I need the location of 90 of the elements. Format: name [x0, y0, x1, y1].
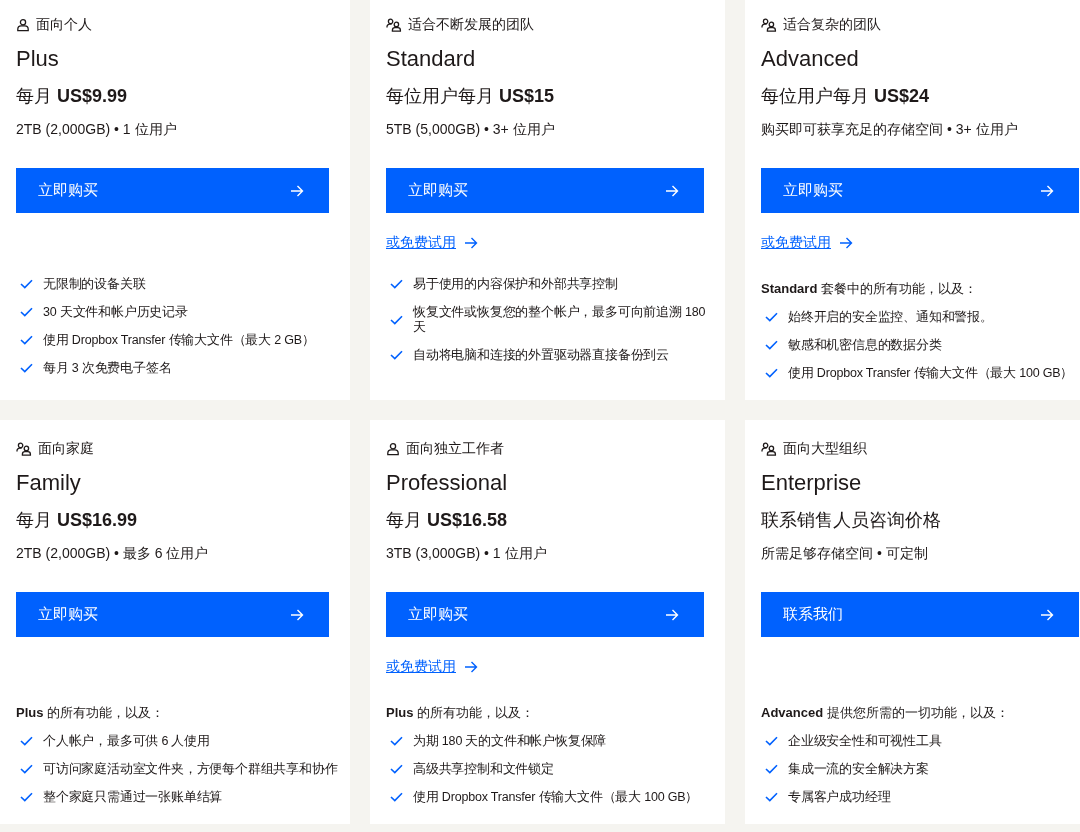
plan-storage: 3TB (3,000GB) • 1 位用户 — [386, 544, 547, 563]
arrow-icon — [290, 183, 304, 198]
people-icon — [761, 442, 777, 456]
plan-price: 联系销售人员咨询价格 — [761, 509, 941, 532]
free-trial-link[interactable]: 或免费试用 — [761, 233, 853, 253]
feature-text: 易于使用的内容保护和外部共享控制 — [413, 276, 618, 292]
audience-label: 面向大型组织 — [783, 440, 867, 458]
arrow-icon — [464, 660, 478, 674]
people-icon — [386, 18, 402, 32]
features-intro: Plus 的所有功能，以及： — [16, 704, 166, 722]
buy-button[interactable]: 立即购买 — [386, 592, 704, 637]
features-intro: Standard 套餐中的所有功能，以及： — [761, 280, 978, 298]
check-icon — [390, 764, 403, 774]
check-icon — [765, 764, 778, 774]
check-icon — [765, 312, 778, 322]
check-icon — [20, 764, 33, 774]
audience-label: 面向个人 — [36, 16, 92, 34]
check-icon — [390, 314, 403, 325]
people-icon — [16, 442, 32, 456]
feature-text: 可访问家庭活动室文件夹，方便每个群组共享和协作 — [43, 761, 338, 777]
feature-text: 30 天文件和帐户历史记录 — [43, 304, 188, 320]
feature-text: 使用 Dropbox Transfer 传输大文件（最大 2 GB） — [43, 332, 315, 348]
buy-button[interactable]: 立即购买 — [16, 592, 329, 637]
buy-button[interactable]: 立即购买 — [16, 168, 329, 213]
arrow-icon — [290, 607, 304, 622]
check-icon — [390, 792, 403, 802]
feature-text: 每月 3 次免费电子签名 — [43, 360, 172, 376]
plan-name: Advanced — [761, 45, 859, 73]
arrow-icon — [665, 607, 679, 622]
plan-storage: 购买即可获享充足的存储空间 • 3+ 位用户 — [761, 120, 1018, 139]
buy-button[interactable]: 立即购买 — [386, 168, 704, 213]
plan-name: Standard — [386, 45, 476, 73]
feature-text: 专属客户成功经理 — [788, 789, 891, 805]
buy-button[interactable]: 立即购买 — [761, 168, 1079, 213]
arrow-icon — [1040, 183, 1054, 198]
plan-storage: 所需足够存储空间 • 可定制 — [761, 544, 928, 563]
arrow-icon — [1040, 607, 1054, 622]
plan-storage: 2TB (2,000GB) • 1 位用户 — [16, 120, 177, 139]
check-icon — [390, 279, 403, 289]
audience-label: 面向独立工作者 — [406, 440, 504, 458]
check-icon — [765, 368, 778, 378]
feature-text: 高级共享控制和文件锁定 — [413, 761, 554, 777]
feature-text: 个人帐户，最多可供 6 人使用 — [43, 733, 210, 749]
feature-text: 无限制的设备关联 — [43, 276, 146, 292]
plan-name: Enterprise — [761, 469, 862, 497]
check-icon — [20, 335, 33, 345]
check-icon — [20, 363, 33, 373]
check-icon — [390, 736, 403, 746]
free-trial-link[interactable]: 或免费试用 — [386, 657, 478, 677]
plan-price: 每月 US$9.99 — [16, 85, 128, 108]
arrow-icon — [464, 236, 478, 250]
audience-label: 适合不断发展的团队 — [408, 16, 534, 34]
audience-label: 面向家庭 — [38, 440, 94, 458]
feature-text: 恢复文件或恢复您的整个帐户，最多可向前追溯 180 天 — [413, 304, 707, 335]
plan-price: 每月 US$16.99 — [16, 509, 138, 532]
features-intro: Advanced 提供您所需的一切功能，以及： — [761, 704, 1010, 722]
free-trial-link[interactable]: 或免费试用 — [386, 233, 478, 253]
arrow-icon — [839, 236, 853, 250]
feature-text: 使用 Dropbox Transfer 传输大文件（最大 100 GB） — [413, 789, 699, 805]
buy-button[interactable]: 联系我们 — [761, 592, 1079, 637]
check-icon — [765, 340, 778, 350]
plan-price: 每位用户每月 US$15 — [386, 85, 555, 108]
arrow-icon — [665, 183, 679, 198]
check-icon — [20, 279, 33, 289]
check-icon — [20, 792, 33, 802]
feature-text: 敏感和机密信息的数据分类 — [788, 337, 942, 353]
plan-storage: 5TB (5,000GB) • 3+ 位用户 — [386, 120, 555, 139]
feature-text: 集成一流的安全解决方案 — [788, 761, 929, 777]
features-intro: Plus 的所有功能，以及： — [386, 704, 536, 722]
feature-text: 自动将电脑和连接的外置驱动器直接备份到云 — [413, 347, 669, 363]
plan-storage: 2TB (2,000GB) • 最多 6 位用户 — [16, 544, 209, 563]
feature-text: 企业级安全性和可视性工具 — [788, 733, 942, 749]
check-icon — [765, 736, 778, 746]
check-icon — [765, 792, 778, 802]
plan-price: 每位用户每月 US$24 — [761, 85, 930, 108]
feature-text: 整个家庭只需通过一张账单结算 — [43, 789, 223, 805]
feature-text: 为期 180 天的文件和帐户恢复保障 — [413, 733, 607, 749]
check-icon — [20, 736, 33, 746]
plan-name: Professional — [386, 469, 508, 497]
people-icon — [761, 18, 777, 32]
person-icon — [386, 442, 400, 456]
feature-text: 始终开启的安全监控、通知和警报。 — [788, 309, 993, 325]
check-icon — [390, 350, 403, 360]
plan-price: 每月 US$16.58 — [386, 509, 508, 532]
feature-text: 使用 Dropbox Transfer 传输大文件（最大 100 GB） — [788, 365, 1074, 381]
plan-name: Plus — [16, 45, 59, 73]
audience-label: 适合复杂的团队 — [783, 16, 881, 34]
plan-name: Family — [16, 469, 81, 497]
person-icon — [16, 18, 30, 32]
check-icon — [20, 307, 33, 317]
